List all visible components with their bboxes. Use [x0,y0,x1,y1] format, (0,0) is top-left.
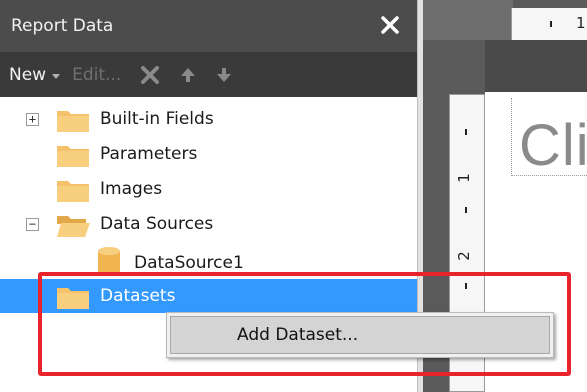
expand-icon[interactable]: + [26,113,39,126]
tree-item-label: Data Sources [100,214,214,234]
move-up-icon[interactable] [179,66,197,84]
ruler-mark: 2 [454,251,473,261]
folder-icon [57,181,89,202]
tree-item-label: Images [100,179,163,199]
ruler-mark: 1 [576,14,586,32]
tree-item-data-sources[interactable]: − Data Sources [0,207,417,241]
edit-button[interactable]: Edit... [72,65,121,85]
horizontal-ruler: 1 [511,8,587,40]
tree-item-built-in-fields[interactable]: + Built-in Fields [0,102,417,136]
ruler-mark: 1 [454,173,473,183]
tree-item-label: DataSource1 [134,253,244,273]
tree-item-images[interactable]: Images [0,172,417,206]
report-title-text: Cli [519,113,587,178]
close-icon[interactable] [377,12,403,38]
tree-item-label: Built-in Fields [100,109,214,129]
ruler-tick [550,21,552,27]
new-menu-button[interactable]: New [9,65,46,85]
ruler-tick [465,207,467,213]
annotation-highlight-box [38,272,571,376]
tree-item-label: Parameters [100,144,198,164]
pane-toolbar: New Edit... [0,52,417,97]
folder-icon [57,146,89,167]
tree-item-datasource1[interactable]: DataSource1 [0,241,417,275]
collapse-icon[interactable]: − [26,218,39,231]
pane-titlebar: Report Data [0,0,417,52]
page-header-strip [485,40,587,92]
tree-item-parameters[interactable]: Parameters [0,137,417,171]
ruler-tick [465,129,467,135]
ruler-corner [423,0,513,40]
pane-title: Report Data [11,16,114,36]
move-down-icon[interactable] [215,66,233,84]
open-folder-icon [57,216,90,237]
chevron-down-icon[interactable] [52,74,61,79]
delete-icon[interactable] [139,64,161,86]
folder-icon [57,111,89,132]
